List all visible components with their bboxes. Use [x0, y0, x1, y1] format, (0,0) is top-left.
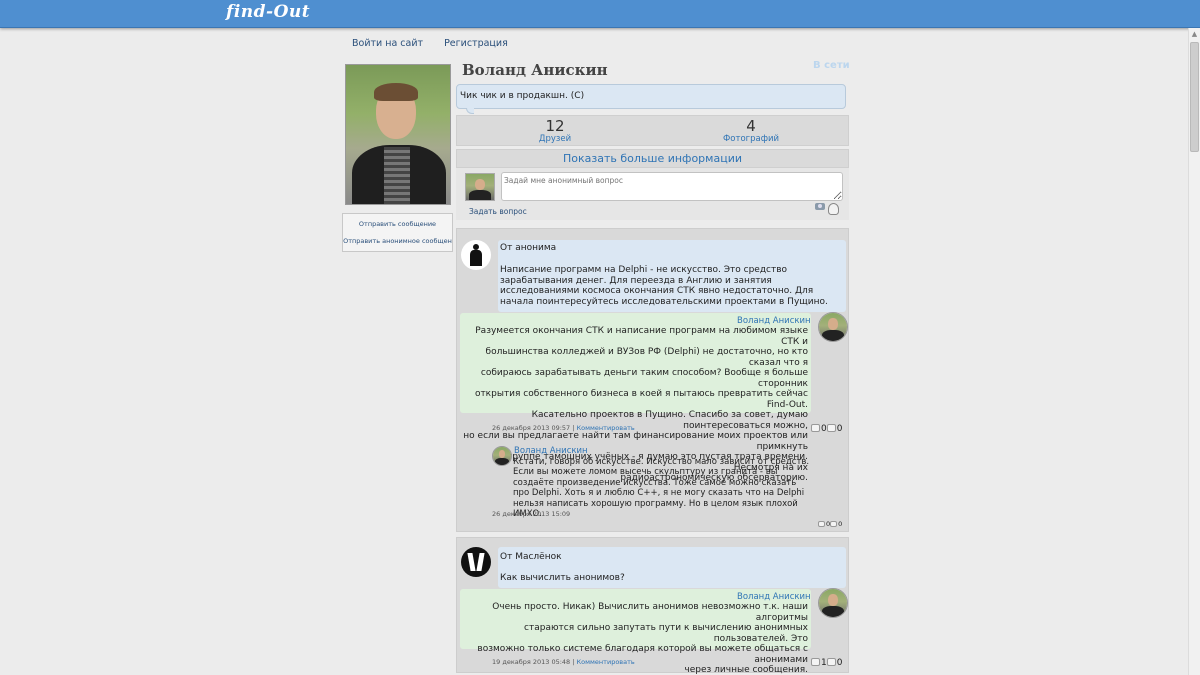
- dislikes-count: 0: [836, 658, 843, 668]
- question-card: От анонима Написание программ на Delphi …: [456, 228, 849, 532]
- asker-avatar: [465, 173, 495, 201]
- scroll-up-arrow-icon[interactable]: ▲: [1189, 28, 1200, 40]
- send-message-link[interactable]: Отправить сообщение: [343, 220, 452, 228]
- avatar-hair: [374, 83, 418, 101]
- comment-dislikes-count: 0: [838, 520, 843, 528]
- scroll-thumb[interactable]: [1190, 42, 1199, 152]
- site-logo[interactable]: find-Out: [226, 2, 310, 22]
- camera-icon[interactable]: [815, 203, 825, 210]
- answer-author-avatar[interactable]: [818, 588, 848, 618]
- user-avatar-icon[interactable]: [461, 547, 491, 577]
- question-text: Написание программ на Delphi - не искусс…: [500, 265, 828, 307]
- ask-question-button[interactable]: Задать вопрос: [469, 207, 527, 216]
- answer-meta: 19 декабря 2013 05:48 | Комментировать: [492, 658, 635, 666]
- dislike-icon[interactable]: [826, 424, 836, 432]
- comment-author-link[interactable]: Воланд Анискин: [514, 446, 588, 456]
- likes-count: 1: [821, 658, 827, 668]
- status-bubble-tail: [466, 108, 474, 114]
- profile-avatar[interactable]: [345, 64, 451, 205]
- answer-meta: 26 декабря 2013 09:57 | Комментировать: [492, 424, 635, 432]
- question-card: От Маслёнок Как вычислить анонимов? Вола…: [456, 537, 849, 675]
- send-anonymous-message-link[interactable]: Отправить анонимное сообщен: [343, 237, 452, 245]
- question-from: От анонима: [500, 243, 557, 253]
- online-status: В сети: [813, 60, 850, 71]
- friends-stat[interactable]: 12 Друзей: [495, 118, 615, 144]
- comment-link[interactable]: Комментировать: [577, 658, 635, 666]
- photos-label[interactable]: Фотографий: [691, 134, 811, 144]
- profile-name: Воланд Анискин: [462, 61, 608, 79]
- answer-votes: 10: [811, 658, 842, 668]
- comment-date: 26 декабря 2013 15:09: [492, 510, 571, 518]
- page-scrollbar[interactable]: ▲: [1188, 28, 1200, 675]
- photos-stat[interactable]: 4 Фотографий: [691, 118, 811, 144]
- anonymous-avatar-icon: [461, 240, 491, 270]
- anonymous-toggle-icon[interactable]: [828, 203, 839, 215]
- dislike-icon[interactable]: [826, 658, 836, 666]
- comment-link[interactable]: Комментировать: [577, 424, 635, 432]
- comment-author-avatar[interactable]: [492, 446, 512, 466]
- like-icon[interactable]: [811, 424, 820, 432]
- question-from: От Маслёнок: [500, 552, 562, 562]
- show-more-info-button[interactable]: Показать больше информации: [456, 149, 849, 168]
- comment-like-icon[interactable]: [818, 521, 825, 527]
- answer-votes: 00: [811, 424, 842, 434]
- comment-dislike-icon[interactable]: [830, 521, 838, 527]
- avatar-shirt: [384, 147, 410, 204]
- top-bar: find-Out: [0, 0, 1200, 28]
- answer-author-link[interactable]: Воланд Анискин: [737, 316, 811, 326]
- question-input[interactable]: [501, 172, 843, 201]
- answer-date: 19 декабря 2013 05:48: [492, 658, 571, 666]
- profile-actions: Отправить сообщение Отправить анонимное …: [342, 213, 453, 252]
- photos-count: 4: [746, 117, 756, 135]
- top-nav: Войти на сайт Регистрация: [352, 38, 526, 49]
- comment-votes: 00: [818, 520, 842, 528]
- answer-author-avatar[interactable]: [818, 312, 848, 342]
- register-link[interactable]: Регистрация: [444, 38, 508, 49]
- profile-stats: 12 Друзей 4 Фотографий: [456, 115, 849, 146]
- dislikes-count: 0: [836, 424, 843, 434]
- answer-author-link[interactable]: Воланд Анискин: [737, 592, 811, 602]
- answer-date: 26 декабря 2013 09:57: [492, 424, 571, 432]
- like-icon[interactable]: [811, 658, 820, 666]
- login-link[interactable]: Войти на сайт: [352, 38, 423, 49]
- likes-count: 0: [821, 424, 827, 434]
- status-message: Чик чик и в продакшн. (С): [456, 84, 846, 109]
- friends-label[interactable]: Друзей: [495, 134, 615, 144]
- question-text: Как вычислить анонимов?: [500, 573, 625, 583]
- friends-count: 12: [545, 117, 565, 135]
